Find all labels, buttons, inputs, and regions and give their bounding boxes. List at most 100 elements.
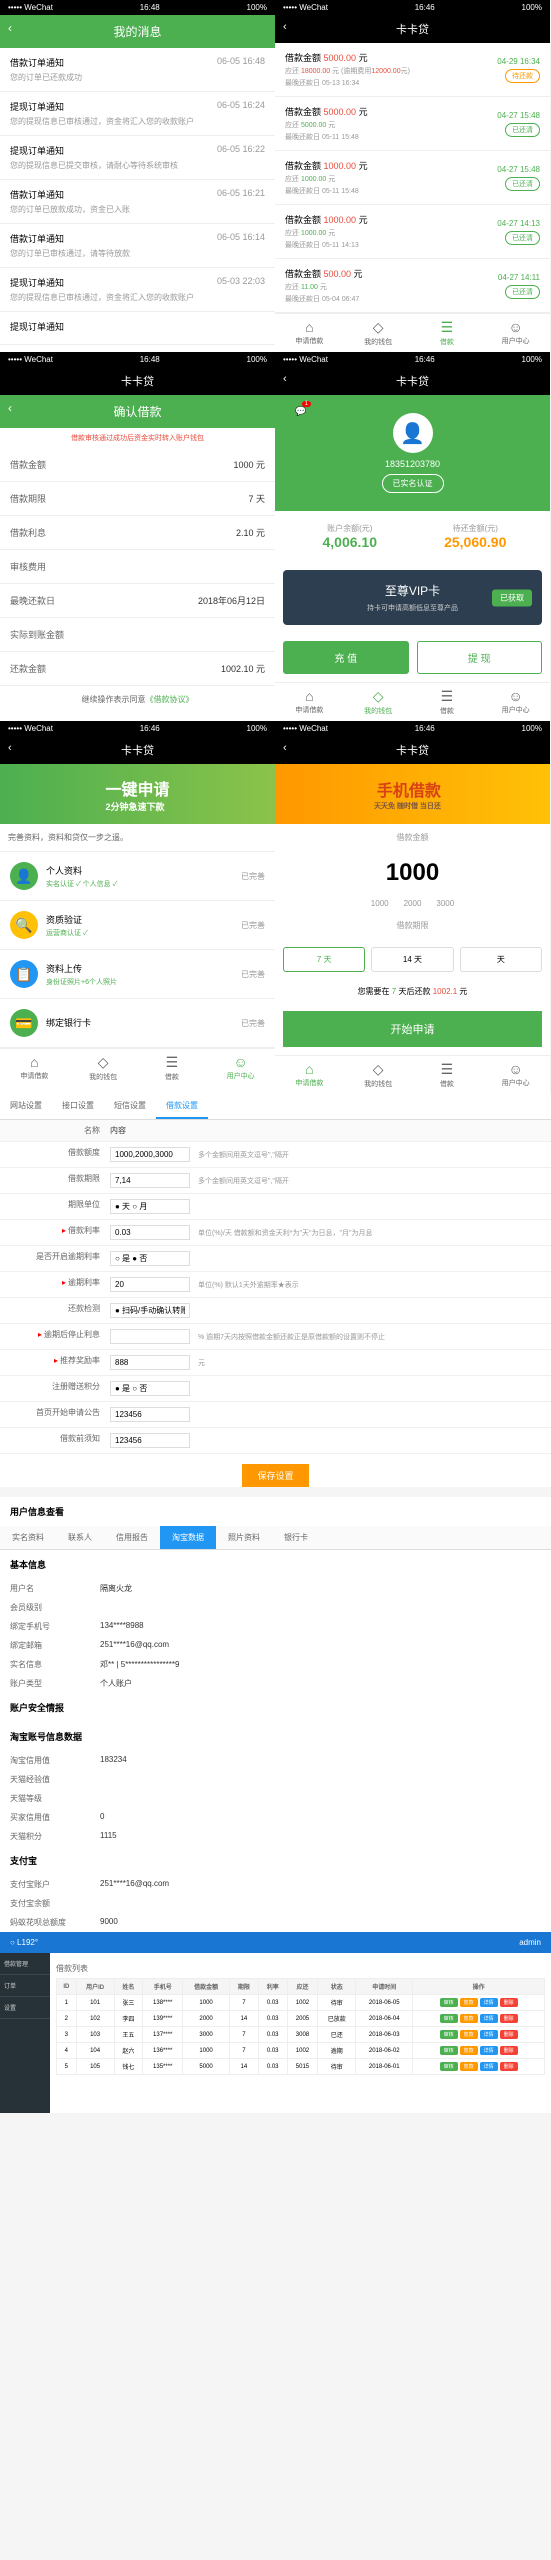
nav-loans[interactable]: ☰借款 <box>138 1049 207 1087</box>
nav-wallet[interactable]: ◇我的钱包 <box>344 1056 413 1094</box>
user-tab[interactable]: 淘宝数据 <box>160 1526 216 1549</box>
row-action-button[interactable]: 删除 <box>500 2030 518 2039</box>
message-item[interactable]: 借款订单通知06-05 16:48您的订单已还款成功 <box>0 48 275 92</box>
user-tab[interactable]: 联系人 <box>56 1526 104 1549</box>
message-item[interactable]: 借款订单通知06-05 16:14您的订单已审核通过，请等待放款 <box>0 224 275 268</box>
row-action-button[interactable]: 放款 <box>460 2062 478 2071</box>
row-action-button[interactable]: 审核 <box>440 2046 458 2055</box>
nav-wallet[interactable]: ◇我的钱包 <box>69 1049 138 1087</box>
realname-badge[interactable]: 已实名认证 <box>382 474 444 493</box>
back-icon[interactable]: ‹ <box>8 742 12 754</box>
message-item[interactable]: 提现订单通知06-05 16:22您的提现信息已提交审核，请耐心等待系统审核 <box>0 136 275 180</box>
row-action-button[interactable]: 审核 <box>440 2014 458 2023</box>
config-input[interactable] <box>110 1251 190 1266</box>
loan-item[interactable]: 借款金额 5000.00 元应还 18000.00 元 (逾期费用12000.0… <box>275 43 550 97</box>
nav-user[interactable]: ☺用户中心 <box>206 1049 275 1087</box>
user-tab[interactable]: 银行卡 <box>272 1526 320 1549</box>
sidebar-item[interactable]: 订单 <box>0 1975 50 1997</box>
row-action-button[interactable]: 删除 <box>500 2046 518 2055</box>
vip-card[interactable]: 至尊VIP卡 持卡可申请高额低息至尊产品 已获取 <box>283 570 542 625</box>
config-input[interactable] <box>110 1407 190 1422</box>
config-input[interactable] <box>110 1277 190 1292</box>
sidebar-item[interactable]: 设置 <box>0 1997 50 2019</box>
user-tab[interactable]: 实名资料 <box>0 1526 56 1549</box>
task-item[interactable]: 💳绑定银行卡已完善 <box>0 999 275 1048</box>
row-action-button[interactable]: 删除 <box>500 1998 518 2007</box>
config-input[interactable] <box>110 1433 190 1448</box>
row-action-button[interactable]: 放款 <box>460 2014 478 2023</box>
admin-tab[interactable]: 借款设置 <box>156 1094 208 1119</box>
amount-option[interactable]: 2000 <box>404 899 422 908</box>
row-action-button[interactable]: 放款 <box>460 1998 478 2007</box>
nav-loans[interactable]: ☰借款 <box>413 683 482 721</box>
nav-loans[interactable]: ☰借款 <box>413 1056 482 1094</box>
task-item[interactable]: 👤个人资料实名认证 ✓ 个人信息 ✓已完善 <box>0 852 275 901</box>
admin-user[interactable]: admin <box>519 1938 541 1947</box>
apply-button[interactable]: 开始申请 <box>283 1011 542 1047</box>
row-action-button[interactable]: 详情 <box>480 2014 498 2023</box>
loan-item[interactable]: 借款金额 5000.00 元应还 5000.00 元最晚还款日 05-11 15… <box>275 97 550 151</box>
task-item[interactable]: 📋资料上传身份证照片+6个人照片已完善 <box>0 950 275 999</box>
user-tab[interactable]: 信用报告 <box>104 1526 160 1549</box>
avatar[interactable]: 👤 <box>393 413 433 453</box>
nav-apply[interactable]: ⌂申请借款 <box>0 1049 69 1087</box>
vip-button[interactable]: 已获取 <box>492 589 532 606</box>
nav-wallet[interactable]: ◇我的钱包 <box>344 683 413 721</box>
message-item[interactable]: 提现订单通知 <box>0 312 275 345</box>
back-icon[interactable]: ‹ <box>283 373 287 385</box>
row-action-button[interactable]: 删除 <box>500 2062 518 2071</box>
amount-option[interactable]: 3000 <box>436 899 454 908</box>
amount-option[interactable]: 1000 <box>371 899 389 908</box>
row-action-button[interactable]: 详情 <box>480 2062 498 2071</box>
row-action-button[interactable]: 审核 <box>440 1998 458 2007</box>
recharge-button[interactable]: 充 值 <box>283 641 409 674</box>
config-input[interactable] <box>110 1303 190 1318</box>
config-input[interactable] <box>110 1381 190 1396</box>
notification-icon[interactable]: 💬1 <box>293 403 309 419</box>
nav-user[interactable]: ☺用户中心 <box>481 314 550 352</box>
admin-tab[interactable]: 短信设置 <box>104 1094 156 1119</box>
row-action-button[interactable]: 详情 <box>480 1998 498 2007</box>
config-input[interactable] <box>110 1173 190 1188</box>
config-input[interactable] <box>110 1225 190 1240</box>
row-action-button[interactable]: 审核 <box>440 2030 458 2039</box>
row-action-button[interactable]: 详情 <box>480 2030 498 2039</box>
nav-user[interactable]: ☺用户中心 <box>481 683 550 721</box>
save-button[interactable]: 保存设置 <box>242 1464 308 1487</box>
withdraw-button[interactable]: 提 现 <box>417 641 543 674</box>
nav-wallet[interactable]: ◇我的钱包 <box>344 314 413 352</box>
admin-tab[interactable]: 接口设置 <box>52 1094 104 1119</box>
back-icon[interactable]: ‹ <box>283 742 287 754</box>
row-action-button[interactable]: 详情 <box>480 2046 498 2055</box>
row-action-button[interactable]: 审核 <box>440 2062 458 2071</box>
agreement-link[interactable]: 《借款协议》 <box>146 695 194 704</box>
period-option[interactable]: 天 <box>460 947 542 972</box>
config-input[interactable] <box>110 1329 190 1344</box>
nav-loans[interactable]: ☰借款 <box>413 314 482 352</box>
task-item[interactable]: 🔍资质验证运营商认证 ✓已完善 <box>0 901 275 950</box>
config-input[interactable] <box>110 1199 190 1214</box>
message-item[interactable]: 提现订单通知06-05 16:24您的提现信息已审核通过，资金将汇入您的收款账户 <box>0 92 275 136</box>
loan-item[interactable]: 借款金额 1000.00 元应还 1000.00 元最晚还款日 05-11 15… <box>275 151 550 205</box>
row-action-button[interactable]: 放款 <box>460 2030 478 2039</box>
config-input[interactable] <box>110 1355 190 1370</box>
sidebar-item[interactable]: 借款管理 <box>0 1953 50 1975</box>
loan-item[interactable]: 借款金额 1000.00 元应还 1000.00 元最晚还款日 05-11 14… <box>275 205 550 259</box>
nav-apply[interactable]: ⌂申请借款 <box>275 683 344 721</box>
back-icon[interactable]: ‹ <box>283 21 287 33</box>
loan-item[interactable]: 借款金额 500.00 元应还 11.00 元最晚还款日 05-04 06:47… <box>275 259 550 313</box>
user-tab[interactable]: 照片资料 <box>216 1526 272 1549</box>
period-option[interactable]: 14 天 <box>371 947 453 972</box>
back-icon[interactable]: ‹ <box>8 401 12 415</box>
nav-apply[interactable]: ⌂申请借款 <box>275 314 344 352</box>
row-action-button[interactable]: 删除 <box>500 2014 518 2023</box>
nav-apply[interactable]: ⌂申请借款 <box>275 1056 344 1094</box>
admin-tab[interactable]: 网站设置 <box>0 1094 52 1119</box>
message-item[interactable]: 借款订单通知06-05 16:21您的订单已放款成功，资金已入账 <box>0 180 275 224</box>
row-action-button[interactable]: 放款 <box>460 2046 478 2055</box>
back-icon[interactable]: ‹ <box>8 21 12 35</box>
message-item[interactable]: 提现订单通知05-03 22:03您的提现信息已审核通过，资金将汇入您的收款账户 <box>0 268 275 312</box>
nav-user[interactable]: ☺用户中心 <box>481 1056 550 1094</box>
config-input[interactable] <box>110 1147 190 1162</box>
period-option[interactable]: 7 天 <box>283 947 365 972</box>
